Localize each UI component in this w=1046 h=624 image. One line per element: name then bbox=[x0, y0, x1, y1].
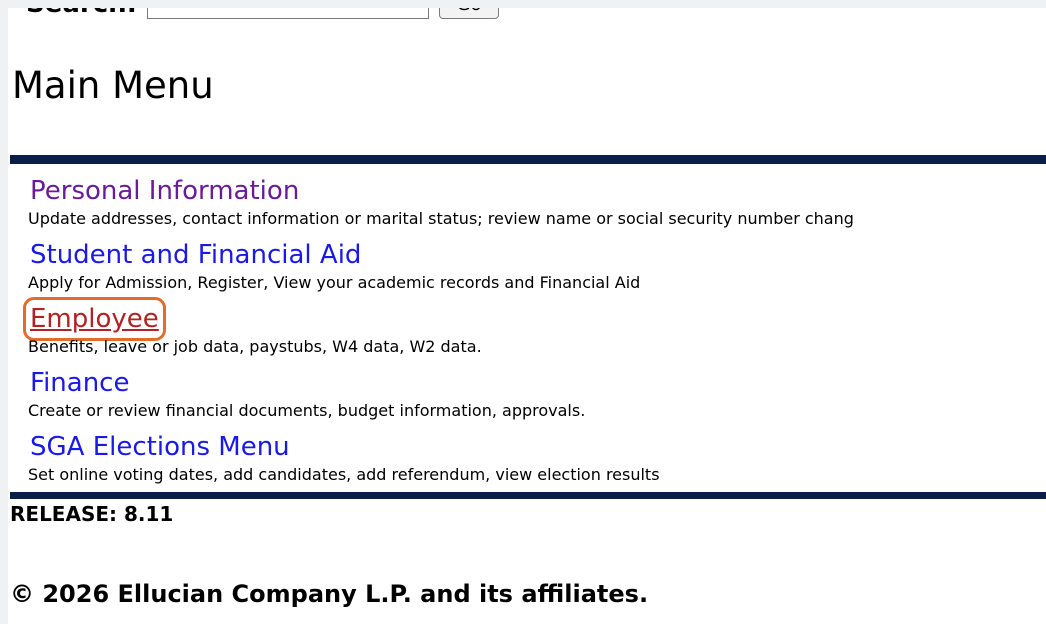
student-financial-aid-description: Apply for Admission, Register, View your… bbox=[28, 273, 641, 292]
menu-item-finance: Finance Create or review financial docum… bbox=[28, 366, 1046, 430]
page: Search: Go Main Menu Personal Informatio… bbox=[8, 8, 1046, 624]
employee-link[interactable]: Employee bbox=[23, 297, 166, 341]
menu-item-sga-elections: SGA Elections Menu Set online voting dat… bbox=[28, 430, 1046, 494]
personal-information-description: Update addresses, contact information or… bbox=[28, 209, 854, 228]
finance-description: Create or review financial documents, bu… bbox=[28, 401, 586, 420]
menu-item-personal-information: Personal Information Update addresses, c… bbox=[28, 174, 1046, 238]
personal-information-link[interactable]: Personal Information bbox=[30, 174, 299, 208]
page-title: Main Menu bbox=[12, 64, 214, 107]
copyright-notice: © 2026 Ellucian Company L.P. and its aff… bbox=[10, 580, 649, 608]
search-label: Search: bbox=[26, 8, 137, 19]
search-bar: Search: Go bbox=[8, 8, 500, 22]
menu-item-student-financial-aid: Student and Financial Aid Apply for Admi… bbox=[28, 238, 1046, 302]
finance-link[interactable]: Finance bbox=[30, 366, 129, 400]
sga-elections-link[interactable]: SGA Elections Menu bbox=[30, 430, 290, 464]
go-button[interactable]: Go bbox=[439, 8, 500, 19]
student-financial-aid-link[interactable]: Student and Financial Aid bbox=[30, 238, 361, 272]
top-divider bbox=[10, 155, 1046, 164]
sga-elections-description: Set online voting dates, add candidates,… bbox=[28, 465, 660, 484]
menu-item-employee: Employee Benefits, leave or job data, pa… bbox=[23, 297, 1046, 366]
release-version: RELEASE: 8.11 bbox=[10, 502, 174, 526]
main-menu: Personal Information Update addresses, c… bbox=[23, 174, 1046, 494]
employee-description: Benefits, leave or job data, paystubs, W… bbox=[28, 337, 482, 356]
bottom-divider bbox=[10, 492, 1046, 499]
search-input[interactable] bbox=[147, 8, 430, 19]
